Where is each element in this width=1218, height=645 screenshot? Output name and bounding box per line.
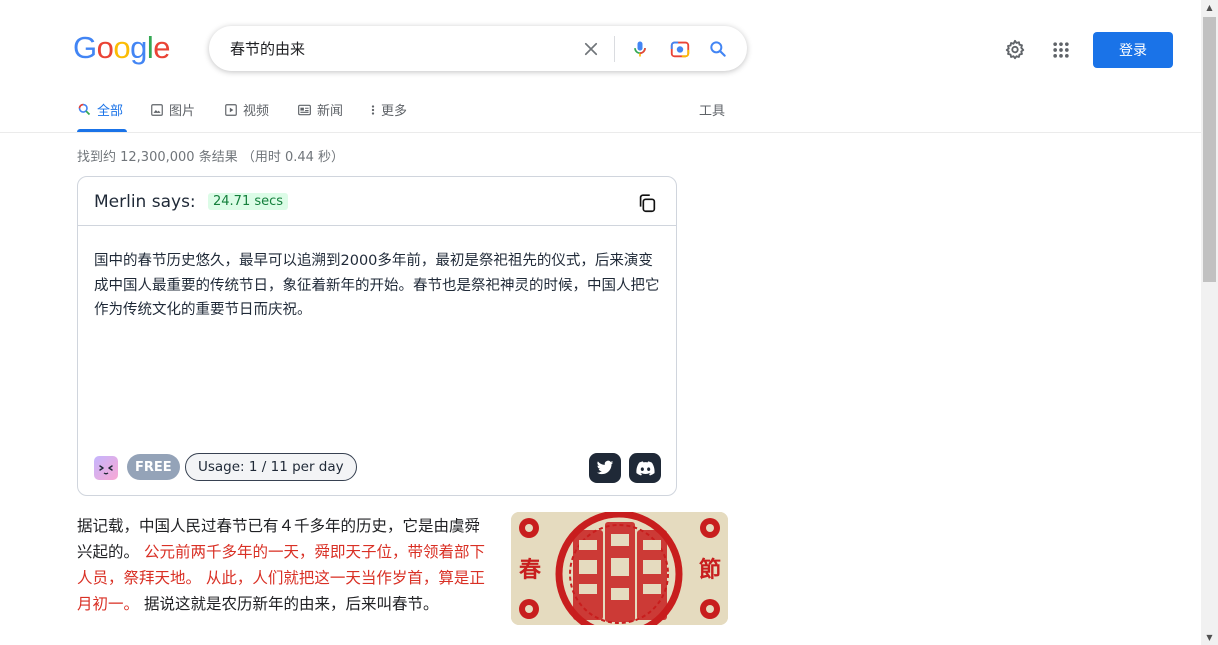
search-icon [78,103,91,116]
merlin-answer-card: Merlin says: 24.71 secs 国中的春节历史悠久，最早可以追溯… [77,176,677,496]
video-icon [225,103,237,116]
microphone-icon[interactable] [628,37,652,61]
search-icon[interactable] [706,37,730,61]
camera-lens-icon[interactable] [668,37,692,61]
more-vert-icon [371,104,375,115]
merlin-answer-text: 国中的春节历史悠久，最早可以追溯到2000多年前，最初是祭祀祖先的仪式，后来演变… [94,253,660,318]
papercut-char-left: 春 [519,558,542,583]
logo-letter-g2: g [130,30,147,65]
free-badge: FREE [127,454,180,480]
merlin-time-badge: 24.71 secs [208,193,289,210]
header-divider [0,132,1201,133]
tab-more[interactable]: 更多 [370,100,407,119]
logo-letter-o2: o [113,30,131,65]
logo-letter-e: e [153,30,171,65]
news-icon [298,104,311,115]
tab-all[interactable]: 全部 [77,100,123,119]
result-stats: 找到约 12,300,000 条结果 （用时 0.44 秒） [77,150,345,165]
tools-button[interactable]: 工具 [699,100,725,119]
tab-all-label: 全部 [97,104,124,119]
twitter-icon[interactable] [589,453,621,483]
tab-videos[interactable]: 视频 [224,100,269,119]
merlin-title: Merlin says: [94,192,196,212]
scrollbar-thumb[interactable] [1203,17,1216,282]
apps-grid-icon[interactable] [1049,38,1073,62]
merlin-logo-icon [94,456,118,480]
search-input[interactable]: 春节的由来 [230,38,305,59]
google-logo[interactable]: Google [73,30,171,66]
scroll-down-arrow-icon[interactable]: ▼ [1204,632,1215,643]
tab-images-label: 图片 [169,104,196,119]
scroll-up-arrow-icon[interactable]: ▲ [1204,2,1215,13]
merlin-header: Merlin says: 24.71 secs [78,177,676,226]
papercut-char-right: 節 [699,558,722,583]
logo-letter-o1: o [96,30,114,65]
login-button[interactable]: 登录 [1093,32,1173,68]
clear-icon[interactable] [579,37,603,61]
usage-badge[interactable]: Usage: 1 / 11 per day [185,453,357,481]
tab-news-label: 新闻 [317,104,344,119]
search-divider [614,36,615,62]
image-icon [151,103,163,116]
tab-news[interactable]: 新闻 [297,100,343,119]
snippet-text-2: 据说这就是农历新年的由来，后来叫春节。 [143,595,439,613]
spring-festival-papercut-image[interactable]: 春 節 [511,512,728,625]
copy-icon[interactable] [636,192,658,214]
tab-more-label: 更多 [381,104,408,119]
discord-icon[interactable] [629,453,661,483]
result-snippet: 据记载，中国人民过春节已有４千多年的历史，它是由虞舜兴起的。 公元前两千多年的一… [77,513,487,617]
settings-gear-icon[interactable] [1003,38,1027,62]
logo-letter-g1: G [73,30,97,65]
tab-images[interactable]: 图片 [150,100,195,119]
merlin-footer: FREE Usage: 1 / 11 per day [94,453,661,483]
tab-videos-label: 视频 [243,104,270,119]
search-box[interactable]: 春节的由来 [209,26,747,71]
